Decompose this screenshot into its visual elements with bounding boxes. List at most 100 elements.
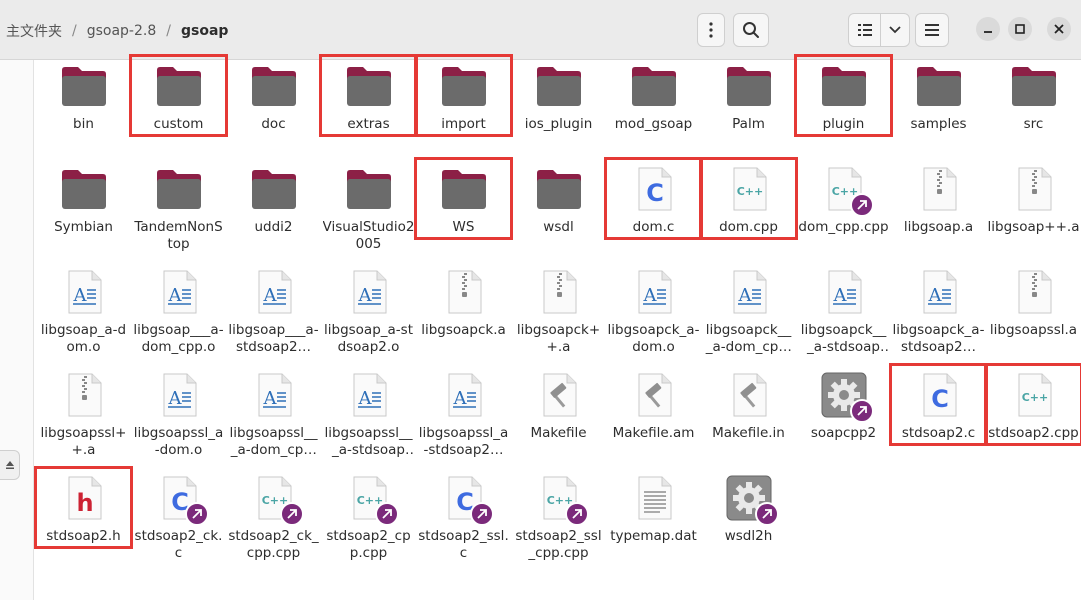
svg-text:A: A <box>642 285 657 306</box>
file-item[interactable]: Cstdsoap2_ssl.c <box>416 474 511 577</box>
file-item[interactable]: Alibgsoap_a-stdsoap2.o <box>321 268 416 371</box>
file-item[interactable]: WS <box>414 157 513 268</box>
file-name-label: bin <box>73 116 94 132</box>
file-item[interactable]: Alibgsoap___a-dom_cpp.o <box>131 268 226 371</box>
file-item[interactable]: Makefile.in <box>701 371 796 474</box>
file-item[interactable]: Cdom.c <box>604 157 703 268</box>
file-item[interactable]: C++ dom_cpp.cpp <box>796 165 891 268</box>
file-item[interactable]: C++ stdsoap2.cpp <box>984 363 1081 474</box>
file-item[interactable]: Alibgsoapck_a-dom.o <box>606 268 701 371</box>
breadcrumb-item-gsoap[interactable]: gsoap <box>175 23 234 39</box>
file-item[interactable]: Makefile.am <box>606 371 701 474</box>
file-item[interactable]: Alibgsoap___a-stdsoap2… <box>226 268 321 371</box>
file-name-label: extras <box>347 116 390 132</box>
file-item[interactable]: Alibgsoapck___a-stdsoap2… <box>796 268 891 371</box>
search-icon <box>743 22 759 38</box>
breadcrumb-item-home[interactable]: 主文件夹 <box>0 21 68 41</box>
folder-icon <box>725 62 773 110</box>
svg-text:C++: C++ <box>736 185 763 198</box>
breadcrumb-item-gsoap-2-8[interactable]: gsoap-2.8 <box>81 23 163 39</box>
file-item[interactable]: custom <box>129 54 228 165</box>
file-item[interactable]: Alibgsoapssl___a-dom_cpp.o <box>226 371 321 474</box>
file-name-label: Palm <box>732 116 765 132</box>
file-item[interactable]: libgsoap.a <box>891 165 986 268</box>
file-name-label: Makefile <box>530 425 587 441</box>
file-item[interactable]: libgsoapck++.a <box>511 268 606 371</box>
file-item[interactable]: bin <box>36 62 131 165</box>
maximize-button[interactable] <box>1008 17 1032 41</box>
symlink-arrow-icon <box>374 502 399 526</box>
file-name-label: stdsoap2_ssl.c <box>418 528 509 561</box>
file-item[interactable]: wsdl <box>511 165 606 268</box>
object-file-icon: A <box>250 268 298 316</box>
file-name-label: libgsoapssl___a-dom_cpp.o <box>229 425 318 458</box>
file-item[interactable]: doc <box>226 62 321 165</box>
folder-icon <box>155 165 203 213</box>
file-name-label: Symbian <box>54 219 113 235</box>
archive-file-icon <box>1010 165 1058 213</box>
file-item[interactable]: uddi2 <box>226 165 321 268</box>
file-item[interactable]: import <box>414 54 513 165</box>
file-item[interactable]: Cstdsoap2_ck.c <box>131 474 226 577</box>
svg-text:A: A <box>452 388 467 409</box>
file-name-label: src <box>1023 116 1044 132</box>
file-item[interactable]: Alibgsoapssl___a-stdsoap2… <box>321 371 416 474</box>
file-item[interactable]: C++ stdsoap2_ssl_cpp.cpp <box>511 474 606 577</box>
file-item[interactable]: libgsoapck.a <box>416 268 511 371</box>
file-item[interactable]: Alibgsoapck_a-stdsoap2… <box>891 268 986 371</box>
file-name-label: mod_gsoap <box>614 116 693 132</box>
list-view-icon <box>857 24 872 36</box>
folder-icon <box>155 62 203 110</box>
minimize-button[interactable] <box>976 17 1000 41</box>
file-item[interactable]: Alibgsoap_a-dom.o <box>36 268 131 371</box>
file-item[interactable]: Alibgsoapck___a-dom_cpp.o <box>701 268 796 371</box>
file-item[interactable]: libgsoapssl++.a <box>36 371 131 474</box>
file-item[interactable]: Cstdsoap2.c <box>889 363 988 474</box>
file-item[interactable]: typemap.dat <box>606 474 701 577</box>
file-item[interactable]: Symbian <box>36 165 131 268</box>
h-file-icon: h <box>60 474 108 522</box>
file-name-label: libgsoap___a-stdsoap2… <box>228 322 319 355</box>
file-item[interactable]: src <box>986 62 1081 165</box>
file-item[interactable]: plugin <box>794 54 893 165</box>
file-item[interactable]: extras <box>319 54 418 165</box>
file-item[interactable]: Palm <box>701 62 796 165</box>
file-item[interactable]: Alibgsoapssl_a-dom.o <box>131 371 226 474</box>
exec-file-icon <box>820 371 874 423</box>
file-name-label: soapcpp2 <box>810 425 877 441</box>
eject-icon <box>5 461 14 469</box>
object-file-icon: A <box>60 268 108 316</box>
object-file-icon: A <box>440 371 488 419</box>
path-menu-button[interactable] <box>697 13 725 47</box>
file-item[interactable]: soapcpp2 <box>796 371 891 474</box>
view-toggle-group <box>848 13 910 47</box>
file-item[interactable]: h stdsoap2.h <box>34 466 133 577</box>
list-view-button[interactable] <box>849 14 881 46</box>
file-item[interactable]: samples <box>891 62 986 165</box>
main-menu-button[interactable] <box>915 13 949 47</box>
file-item[interactable]: libgsoap++.a <box>986 165 1081 268</box>
file-item[interactable]: mod_gsoap <box>606 62 701 165</box>
file-name-label: import <box>441 116 486 132</box>
search-button[interactable] <box>733 13 769 47</box>
file-item[interactable]: VisualStudio2005 <box>321 165 416 268</box>
object-file-icon: A <box>250 371 298 419</box>
file-item[interactable]: C++ stdsoap2_ck_cpp.cpp <box>226 474 321 577</box>
file-item[interactable]: libgsoapssl.a <box>986 268 1081 371</box>
file-name-label: libgsoap_a-stdsoap2.o <box>324 322 413 355</box>
file-item[interactable]: C++ dom.cpp <box>699 157 798 268</box>
file-item[interactable]: TandemNonStop <box>131 165 226 268</box>
hamburger-menu-icon <box>925 24 939 36</box>
svg-text:A: A <box>262 388 277 409</box>
object-file-icon: A <box>820 268 868 316</box>
file-item[interactable]: Makefile <box>511 371 606 474</box>
view-options-dropdown[interactable] <box>881 14 909 46</box>
file-name-label: dom.c <box>632 219 675 235</box>
symlink-arrow-icon <box>849 399 874 423</box>
file-item[interactable]: wsdl2h <box>701 474 796 577</box>
file-item[interactable]: C++ stdsoap2_cpp.cpp <box>321 474 416 577</box>
close-button[interactable] <box>1047 17 1071 41</box>
file-item[interactable]: ios_plugin <box>511 62 606 165</box>
file-item[interactable]: Alibgsoapssl_a-stdsoap2… <box>416 371 511 474</box>
sidebar-toggle[interactable] <box>0 450 20 480</box>
